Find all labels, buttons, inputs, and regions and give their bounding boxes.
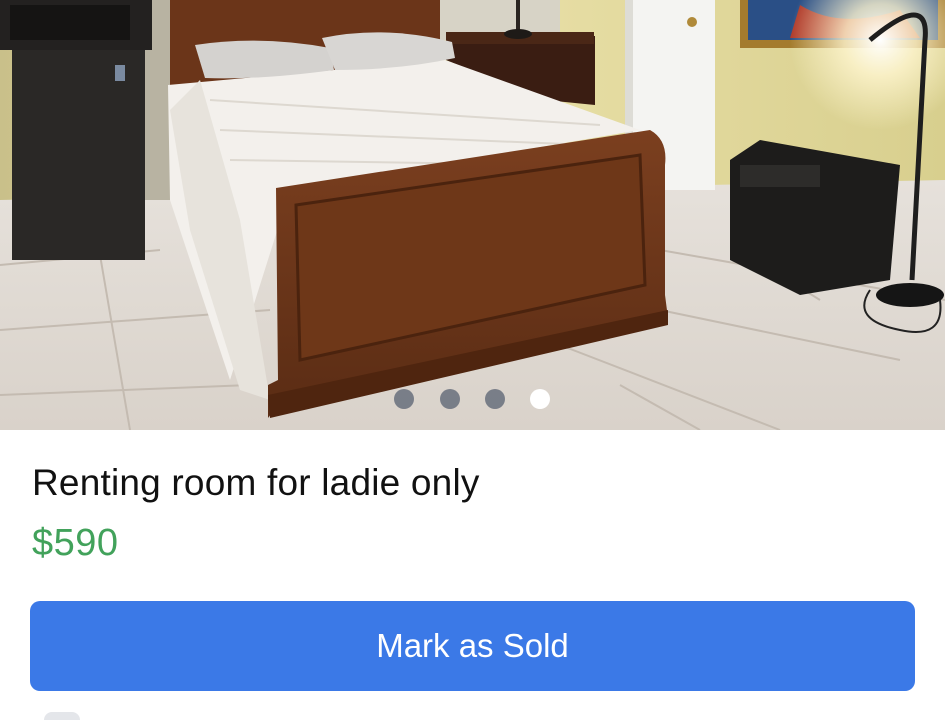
carousel-dot-1[interactable] <box>394 389 414 409</box>
listing-photo-carousel[interactable] <box>0 0 945 430</box>
carousel-page-indicator <box>0 389 945 411</box>
listing-price: $590 <box>32 522 119 564</box>
partial-avatar-icon <box>44 712 80 720</box>
listing-title: Renting room for ladie only <box>32 462 480 503</box>
carousel-dot-4-active[interactable] <box>530 389 550 409</box>
mark-as-sold-button[interactable]: Mark as Sold <box>30 601 915 691</box>
carousel-dot-2[interactable] <box>440 389 460 409</box>
carousel-dot-3[interactable] <box>485 389 505 409</box>
listing-photo[interactable] <box>0 0 945 430</box>
